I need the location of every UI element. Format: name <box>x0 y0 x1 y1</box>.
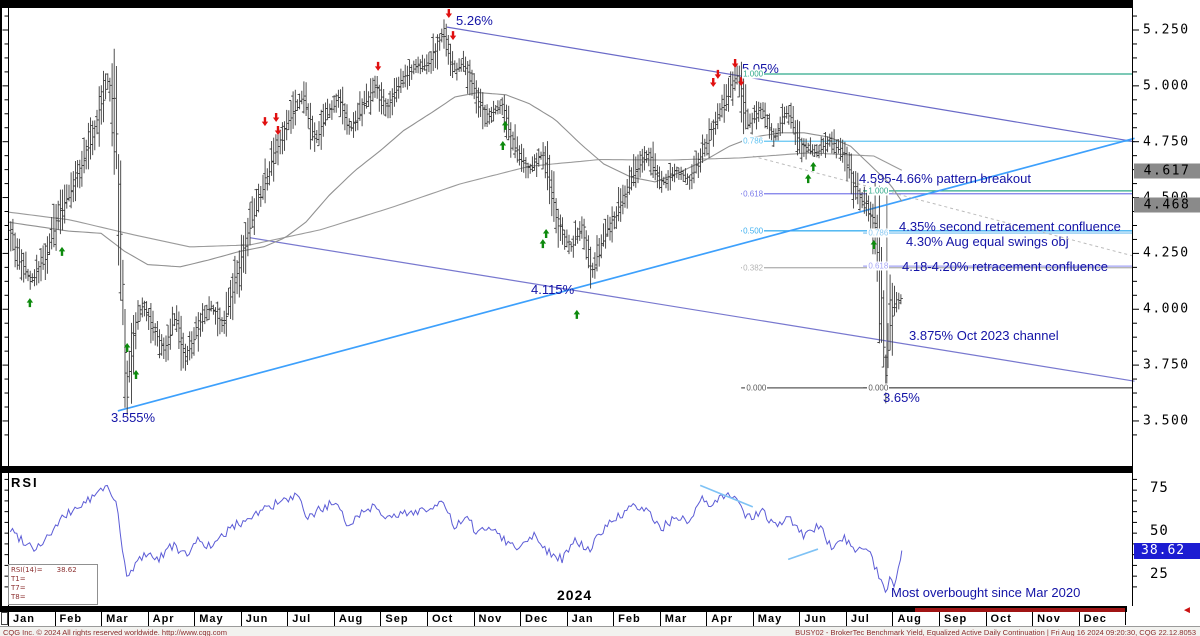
month-label: Oct <box>427 612 474 626</box>
month-axis[interactable]: JanFebMarAprMayJunJulAugSepOctNovDecJanF… <box>0 612 1200 626</box>
ma-value-box: 4.468 <box>1134 197 1200 212</box>
month-label: May <box>753 612 800 626</box>
chart-annotation[interactable]: 4.35% second retracement confluence <box>899 219 1121 234</box>
chart-annotation[interactable]: 4.30% Aug equal swings obj <box>906 234 1069 249</box>
fib-level-label: 0.618 <box>867 262 889 271</box>
month-label: Mar <box>660 612 707 626</box>
ma-slow-line <box>8 153 902 247</box>
chart-annotation[interactable]: Most overbought since Mar 2020 <box>891 585 1080 600</box>
rsi-legend-row: RSI(14)=38.62 <box>11 566 95 575</box>
buy-signal-arrow-icon <box>810 162 816 171</box>
month-label: Feb <box>613 612 660 626</box>
contract-info-text: BUSY02 - BrokerTec Benchmark Yield, Equa… <box>795 628 1196 636</box>
buy-signal-arrow-icon <box>543 229 549 238</box>
month-label: Oct <box>986 612 1033 626</box>
month-label: Aug <box>334 612 381 626</box>
month-label: Dec <box>520 612 567 626</box>
fib-level-label: 0.500 <box>742 226 764 235</box>
buy-signal-arrow-icon <box>59 247 65 256</box>
month-label: Sep <box>380 612 427 626</box>
fib-level-label: 0.000 <box>867 383 889 392</box>
month-label: Jan <box>8 612 55 626</box>
status-bar: CQG Inc. © 2024 All rights reserved worl… <box>0 626 1200 636</box>
rsi-legend-row: T8= <box>11 593 95 602</box>
month-label: May <box>194 612 241 626</box>
fib-level-label: 0.618 <box>742 189 764 198</box>
month-label: Jul <box>287 612 334 626</box>
buy-signal-arrow-icon <box>574 310 580 319</box>
sell-signal-arrow-icon <box>375 62 381 71</box>
buy-signal-arrow-icon <box>502 121 508 130</box>
top-border-bar <box>0 0 1133 8</box>
month-axis-end-divider <box>1125 612 1126 625</box>
price-axis-label: 4.250 <box>1143 246 1190 261</box>
price-axis-label: 5.000 <box>1143 78 1190 93</box>
month-label: Nov <box>1032 612 1079 626</box>
month-label: Aug <box>892 612 939 626</box>
month-label: Jun <box>799 612 846 626</box>
rsi-legend-box: RSI(14)=38.62T1=T7=T8= <box>8 564 98 605</box>
sell-signal-arrow-icon <box>262 117 268 126</box>
month-label: Dec <box>1079 612 1126 626</box>
year-label: 2024 <box>557 587 592 603</box>
rsi-legend-row: T7= <box>11 584 95 593</box>
price-axis-label: 5.250 <box>1143 23 1190 38</box>
chart-annotation[interactable]: 3.555% <box>111 410 155 425</box>
fib-level-label: 1.000 <box>867 186 889 195</box>
buy-signal-arrow-icon <box>500 141 506 150</box>
chart-annotation[interactable]: 4.115% <box>531 282 574 297</box>
month-label: Jun <box>241 612 288 626</box>
fib-level-label: 0.000 <box>745 383 767 392</box>
cqg-chart-window: { "status_bar": { "left": "CQG Inc. © 20… <box>0 0 1200 636</box>
sell-signal-arrow-icon <box>273 113 279 122</box>
fib-level-label: 0.382 <box>742 263 764 272</box>
month-label: Sep <box>939 612 986 626</box>
axes <box>3 8 1140 606</box>
sell-signal-arrow-icon <box>450 31 456 40</box>
rsi-axis-label: 50 <box>1150 523 1169 539</box>
rsi-axis-label: 25 <box>1150 566 1169 582</box>
buy-signal-arrow-icon <box>871 240 877 249</box>
rsi-axis-label: 75 <box>1150 480 1169 496</box>
price-axis-label: 3.750 <box>1143 358 1190 373</box>
sell-signal-arrow-icon <box>710 78 716 87</box>
month-label: Jan <box>567 612 614 626</box>
rsi-study-title: RSI <box>11 475 39 490</box>
fib-level-label: 0.786 <box>742 137 764 146</box>
price-axis-label: 4.000 <box>1143 302 1190 317</box>
ma-value-box: 4.617 <box>1134 164 1200 179</box>
rsi-value-box: 38.62 <box>1134 543 1200 559</box>
rsi-line <box>10 486 902 593</box>
sell-signal-arrow-icon <box>446 9 452 18</box>
price-axis-label: 4.750 <box>1143 134 1190 149</box>
panel-separator-bar <box>0 466 1133 473</box>
buy-signal-arrow-icon <box>540 239 546 248</box>
chart-annotation[interactable]: 5.26% <box>456 13 493 28</box>
month-label: Nov <box>474 612 521 626</box>
buy-signal-arrow-icon <box>27 298 33 307</box>
scroll-left-icon[interactable]: ◄ <box>1182 605 1192 617</box>
rsi-trendline-segment[interactable] <box>700 485 753 507</box>
rsi-trendline-segment[interactable] <box>788 549 818 559</box>
left-border <box>0 0 2 612</box>
month-label: Apr <box>148 612 195 626</box>
rsi-legend-row: T1= <box>11 575 95 584</box>
month-label: Mar <box>101 612 148 626</box>
month-label: Apr <box>706 612 753 626</box>
fib-level-label: 1.000 <box>742 70 764 79</box>
month-label: Jul <box>846 612 893 626</box>
chart-annotation[interactable]: 4.18-4.20% retracement confluence <box>902 259 1108 274</box>
buy-signal-arrow-icon <box>805 174 811 183</box>
chart-annotation[interactable]: 3.875% Oct 2023 channel <box>909 328 1059 343</box>
fib-level-label: 0.786 <box>867 229 889 238</box>
chart-annotation[interactable]: 4.595-4.66% pattern breakout <box>859 171 1031 186</box>
month-label: Feb <box>55 612 102 626</box>
axis-corner-box <box>1 612 8 625</box>
chart-graphics <box>0 0 1200 636</box>
copyright-text: CQG Inc. © 2024 All rights reserved worl… <box>3 628 227 636</box>
price-axis-label: 3.500 <box>1143 413 1190 428</box>
price-bars <box>9 19 903 415</box>
